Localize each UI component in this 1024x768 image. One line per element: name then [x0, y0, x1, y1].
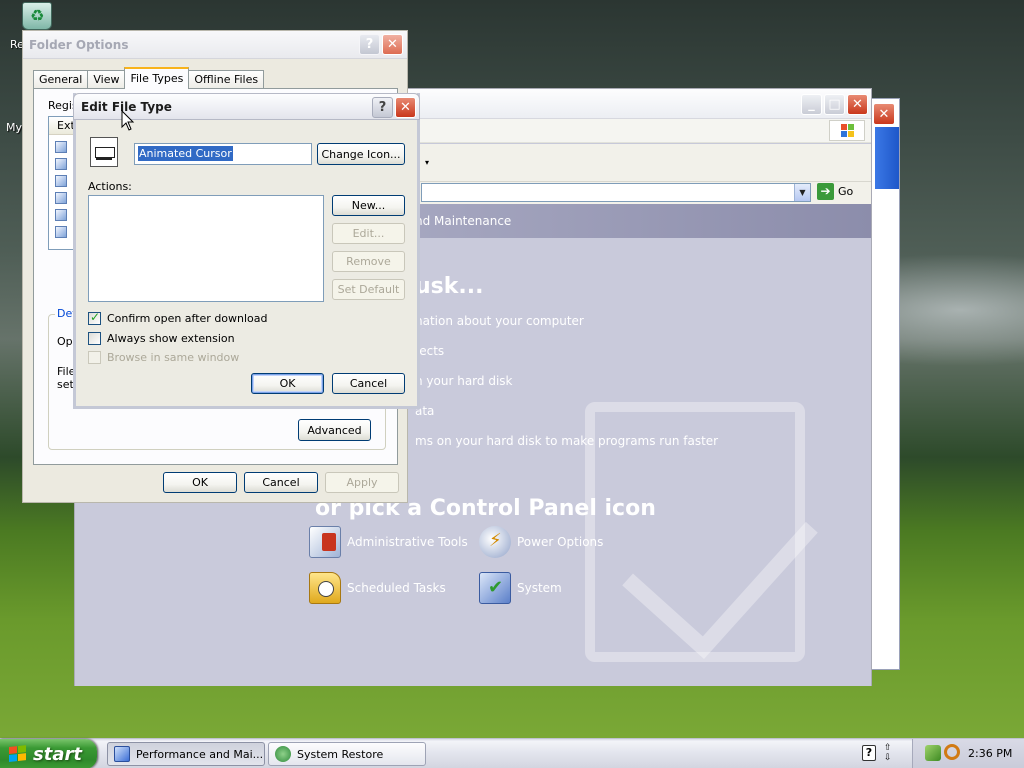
browse-same-window-label: Browse in same window: [107, 351, 240, 364]
edit-action-button[interactable]: Edit...: [332, 223, 405, 244]
cancel-button[interactable]: Cancel: [244, 472, 318, 493]
applet-label: Scheduled Tasks: [347, 581, 446, 595]
help-icon[interactable]: ?: [372, 97, 393, 118]
tray-expand-icon[interactable]: ⇧ ⇩: [884, 743, 892, 763]
address-field[interactable]: ▼: [421, 183, 811, 202]
taskbar-item-label: Performance and Mai...: [136, 747, 264, 761]
confirm-open-checkbox-row[interactable]: Confirm open after download: [88, 310, 268, 325]
windows-flag-icon: [9, 744, 27, 764]
my-computer-label[interactable]: My: [6, 121, 22, 134]
always-show-extension-checkbox[interactable]: [88, 332, 101, 345]
tab-general[interactable]: General: [33, 70, 89, 89]
file-type-icon: [55, 158, 67, 170]
address-dropdown-icon[interactable]: ▼: [794, 184, 810, 201]
always-show-extension-row[interactable]: Always show extension: [88, 332, 235, 345]
file-type-icon: [55, 141, 67, 153]
go-label: Go: [838, 185, 854, 198]
ok-button[interactable]: OK: [251, 373, 324, 394]
search-tray-icon[interactable]: [944, 744, 960, 760]
applet-system[interactable]: System: [479, 572, 562, 604]
file-type-icon[interactable]: [90, 137, 118, 167]
task-link[interactable]: ms on your hard disk to make programs ru…: [415, 434, 718, 448]
set-default-button[interactable]: Set Default: [332, 279, 405, 300]
task-link[interactable]: n your hard disk: [415, 374, 512, 388]
confirm-open-checkbox[interactable]: [88, 310, 101, 325]
help-icon[interactable]: ?: [359, 34, 380, 55]
maximize-icon[interactable]: □: [824, 94, 845, 115]
tab-view[interactable]: View: [87, 70, 126, 89]
ok-button[interactable]: OK: [163, 472, 237, 493]
file-type-icon: [55, 192, 67, 204]
go-button[interactable]: ➔ Go: [817, 183, 853, 200]
file-type-icon: [55, 209, 67, 221]
cancel-button[interactable]: Cancel: [332, 373, 405, 394]
help-tray-icon[interactable]: ?: [862, 745, 876, 761]
system-tray: 2:36 PM: [912, 739, 1024, 768]
applet-label: Administrative Tools: [347, 535, 468, 549]
taskbar-item-performance[interactable]: Performance and Mai...: [107, 742, 265, 766]
browse-same-window-row: Browse in same window: [88, 351, 239, 364]
folder-options-title: Folder Options: [29, 38, 129, 52]
tab-offline-files[interactable]: Offline Files: [188, 70, 265, 89]
file-type-icon: [55, 226, 67, 238]
applet-administrative-tools[interactable]: Administrative Tools: [309, 526, 468, 558]
administrative-tools-icon: [309, 526, 341, 558]
category-header-text: nd Maintenance: [415, 214, 512, 228]
taskbar: start Performance and Mai... System Rest…: [0, 738, 1024, 768]
system-restore-icon: [275, 746, 291, 762]
tab-file-types[interactable]: File Types: [124, 67, 190, 89]
browse-same-window-checkbox: [88, 351, 101, 364]
change-icon-button[interactable]: Change Icon...: [317, 143, 405, 165]
advanced-button[interactable]: Advanced: [298, 419, 371, 441]
actions-label: Actions:: [88, 180, 132, 193]
windows-logo-icon: [829, 120, 865, 141]
folder-options-tabs: General View File Types Offline Files: [33, 67, 265, 89]
task-link[interactable]: nation about your computer: [415, 314, 584, 328]
system-restore-close-icon[interactable]: ✕: [873, 103, 895, 125]
file-type-icon: [55, 175, 67, 187]
start-button[interactable]: start: [0, 739, 97, 768]
applet-scheduled-tasks[interactable]: Scheduled Tasks: [309, 572, 446, 604]
close-icon[interactable]: ✕: [847, 94, 868, 115]
file-type-name-input[interactable]: Animated Cursor: [134, 143, 312, 165]
go-arrow-icon: ➔: [817, 183, 834, 200]
new-action-button[interactable]: New...: [332, 195, 405, 216]
always-show-extension-label: Always show extension: [107, 332, 235, 345]
clock[interactable]: 2:36 PM: [968, 747, 1012, 760]
file-type-name-value: Animated Cursor: [138, 146, 233, 161]
system-icon: [479, 572, 511, 604]
remove-action-button[interactable]: Remove: [332, 251, 405, 272]
start-label: start: [33, 743, 82, 765]
edit-file-type-dialog: Edit File Type ? ✕ Animated Cursor Chang…: [73, 93, 420, 409]
folder-options-titlebar[interactable]: Folder Options ? ✕: [23, 31, 407, 59]
views-dropdown-icon[interactable]: ▾: [425, 158, 429, 167]
pick-task-heading: usk...: [415, 274, 484, 299]
actions-list[interactable]: [88, 195, 324, 302]
network-tray-icon[interactable]: [925, 745, 941, 761]
taskbar-item-label: System Restore: [297, 747, 384, 761]
close-icon[interactable]: ✕: [395, 97, 416, 118]
confirm-open-label: Confirm open after download: [107, 312, 268, 325]
close-icon[interactable]: ✕: [382, 34, 403, 55]
system-restore-scrollbar[interactable]: [875, 127, 899, 189]
applet-power-options[interactable]: Power Options: [479, 526, 603, 558]
applet-label: Power Options: [517, 535, 604, 549]
mouse-pointer-icon: [121, 110, 135, 131]
minimize-icon[interactable]: _: [801, 94, 822, 115]
scheduled-tasks-icon: [309, 572, 341, 604]
apply-button[interactable]: Apply: [325, 472, 399, 493]
recycle-bin-icon[interactable]: [22, 2, 52, 30]
power-options-icon: [479, 526, 511, 558]
taskbar-item-system-restore[interactable]: System Restore: [268, 742, 426, 766]
applet-label: System: [517, 581, 562, 595]
control-panel-icon: [114, 746, 130, 762]
